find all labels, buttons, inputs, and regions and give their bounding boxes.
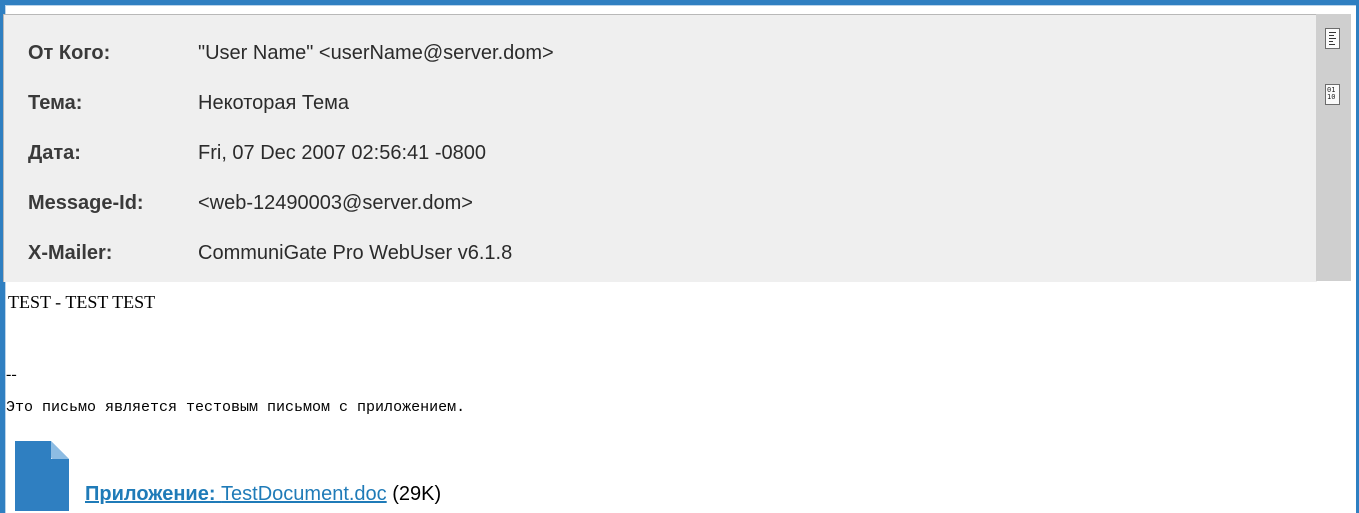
attachment-prefix: Приложение: <box>85 483 216 505</box>
header-row-x-mailer: X-Mailer: CommuniGate Pro WebUser v6.1.8 <box>28 238 512 268</box>
header-label-from: От Кого: <box>28 41 111 64</box>
attachment-size: (29K) <box>392 483 442 505</box>
header-label-subject: Тема: <box>28 91 83 114</box>
header-label-x-mailer: X-Mailer: <box>28 241 113 264</box>
message-header-panel: От Кого: "User Name" <userName@server.do… <box>3 14 1317 282</box>
signature-text: Это письмо является тестовым письмом с п… <box>6 399 466 416</box>
header-row-subject: Тема: Некоторая Тема <box>28 88 349 118</box>
header-row-from: От Кого: "User Name" <userName@server.do… <box>28 38 554 68</box>
header-value-date: Fri, 07 Dec 2007 02:56:41 -0800 <box>198 141 486 164</box>
header-row-date: Дата: Fri, 07 Dec 2007 02:56:41 -0800 <box>28 138 486 168</box>
message-body-text: TEST - TEST TEST <box>8 292 156 312</box>
header-value-from: "User Name" <userName@server.dom> <box>198 41 554 64</box>
header-tools-panel: 01 10 <box>1316 14 1351 281</box>
signature-separator: -- <box>6 366 17 383</box>
header-value-x-mailer: CommuniGate Pro WebUser v6.1.8 <box>198 241 513 264</box>
raw-source-icon[interactable]: 01 10 <box>1325 84 1340 105</box>
header-value-subject: Некоторая Тема <box>198 91 350 114</box>
header-value-message-id: <web-12490003@server.dom> <box>198 191 473 214</box>
header-label-message-id: Message-Id: <box>28 191 144 214</box>
header-row-message-id: Message-Id: <web-12490003@server.dom> <box>28 188 473 218</box>
header-label-date: Дата: <box>28 141 81 164</box>
attachment-line: Приложение: TestDocument.doc (29K) <box>85 483 441 506</box>
document-icon[interactable] <box>15 441 69 511</box>
headers-list-icon[interactable] <box>1325 28 1340 49</box>
attachment-link[interactable]: Приложение: TestDocument.doc <box>85 483 387 505</box>
attachment-filename: TestDocument.doc <box>221 483 387 505</box>
